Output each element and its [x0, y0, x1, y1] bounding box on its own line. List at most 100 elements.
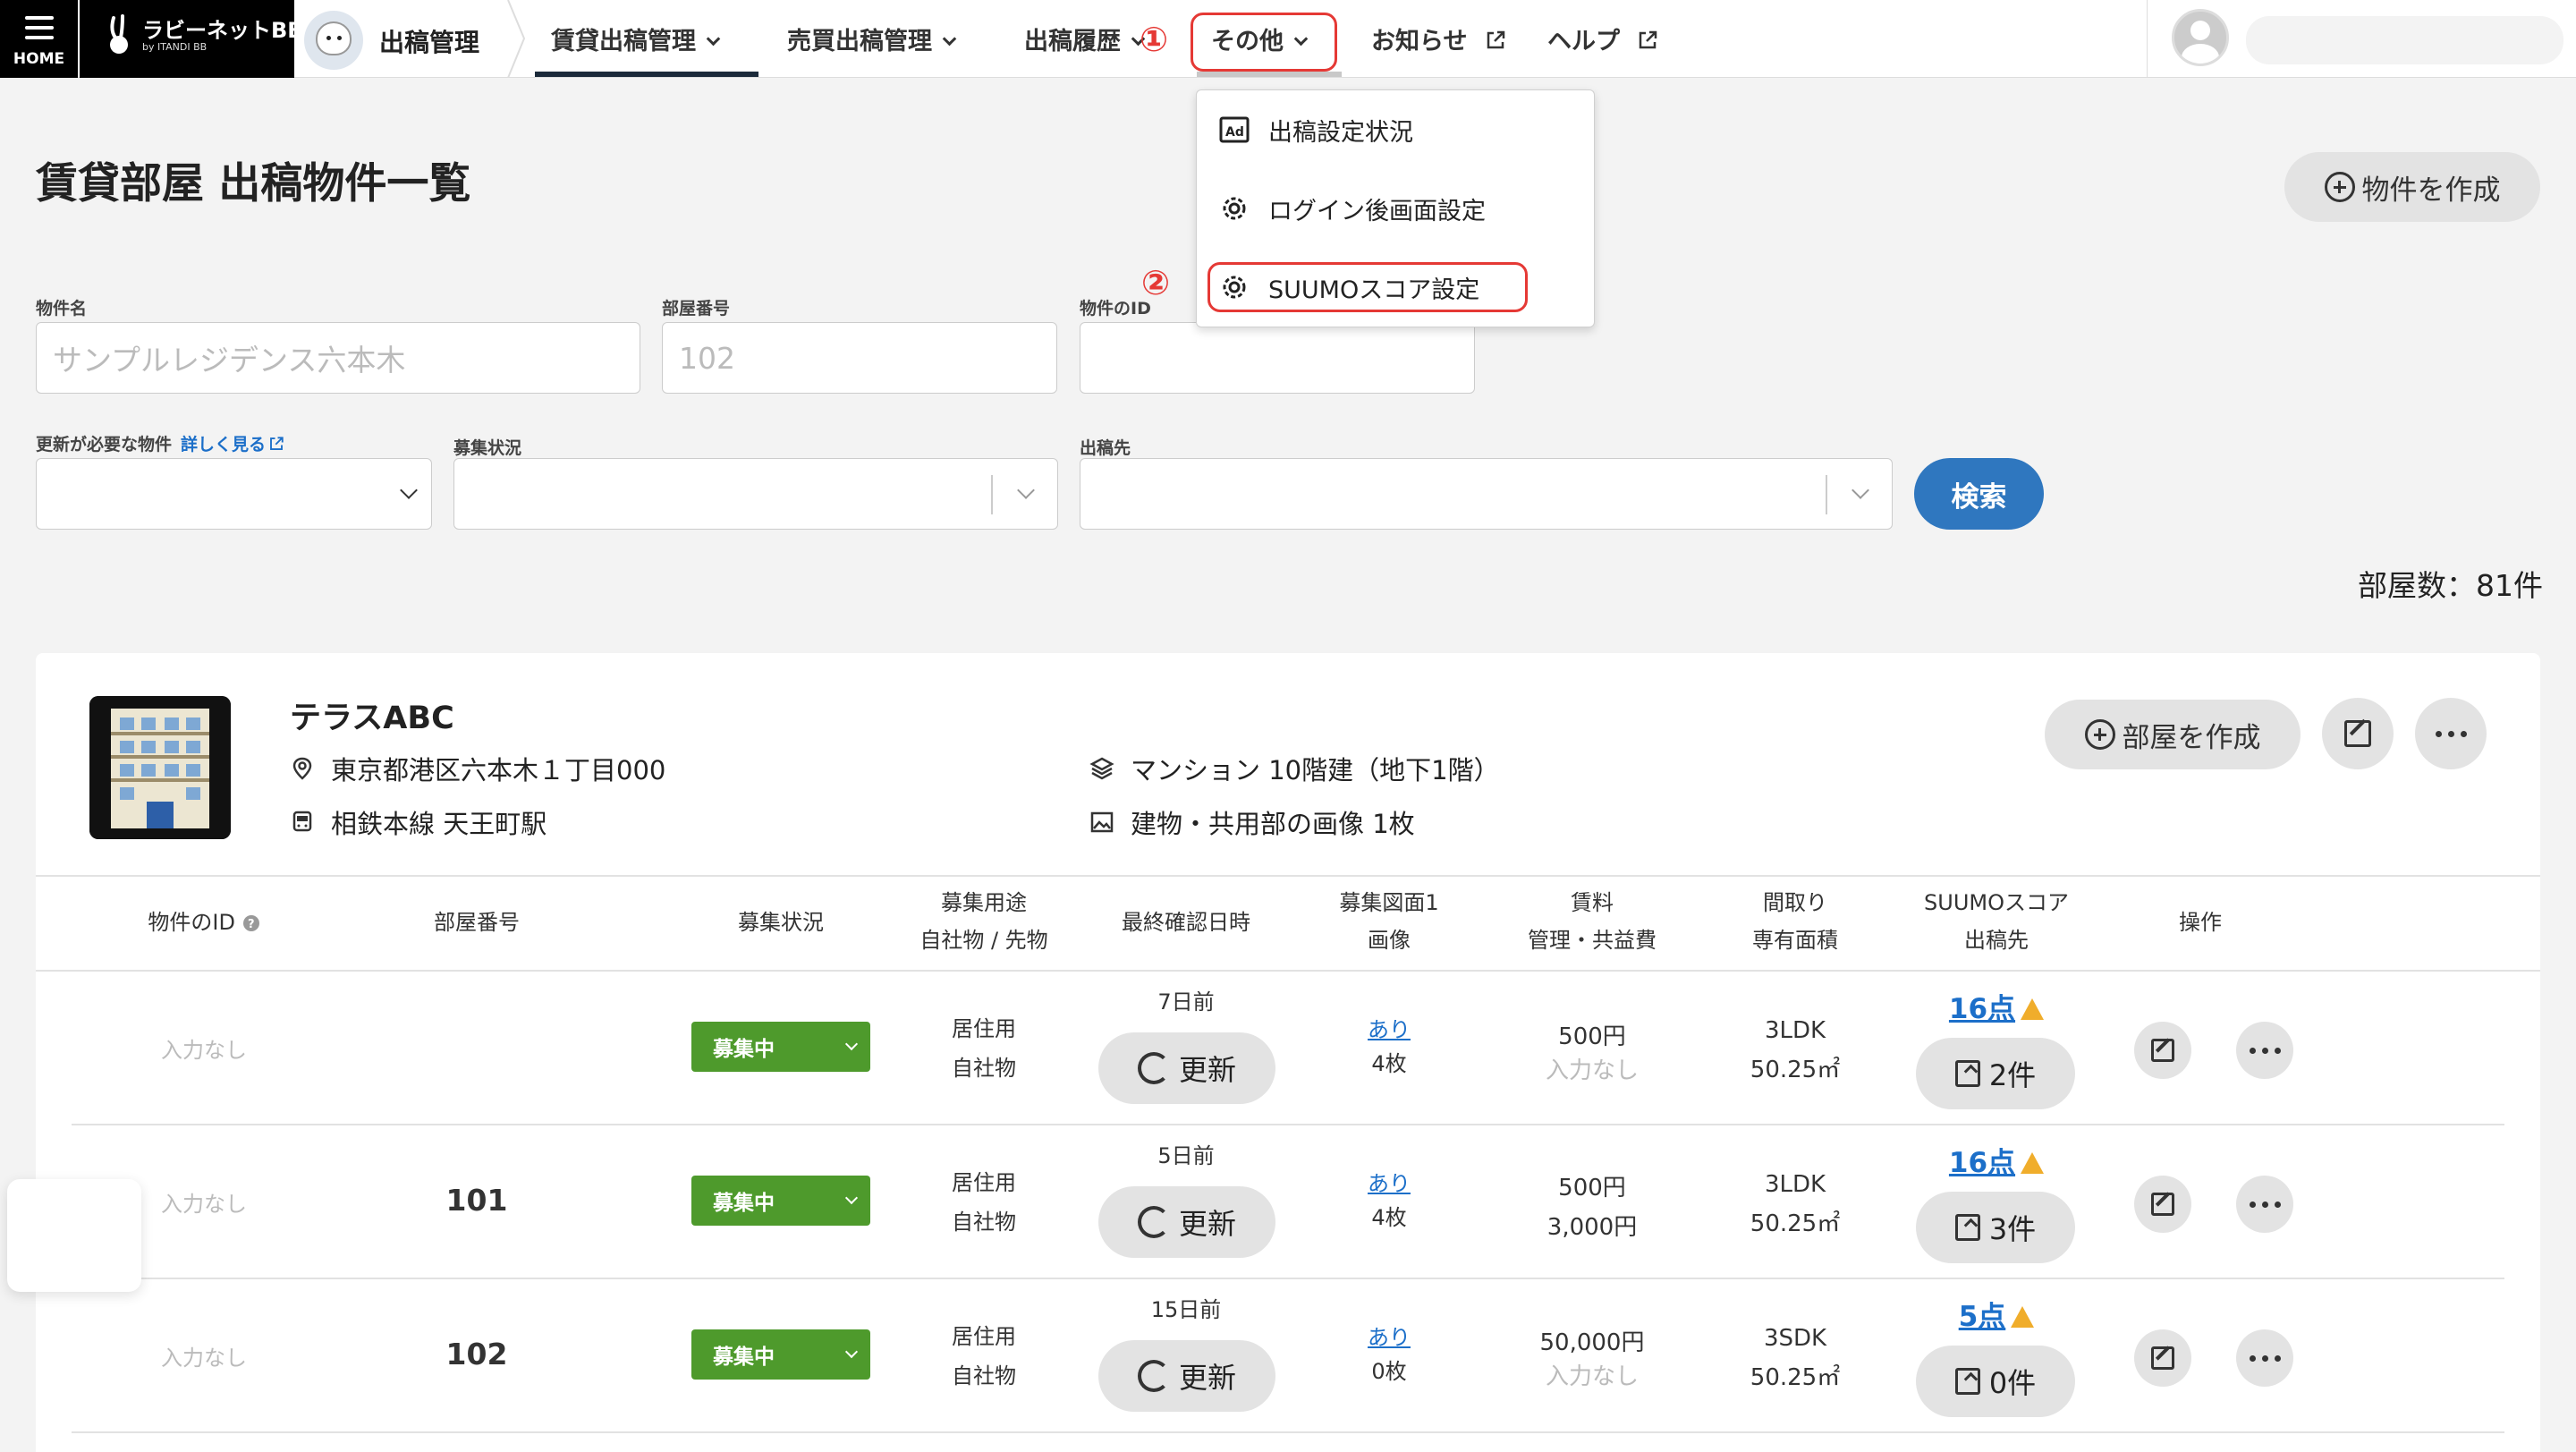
- edit-room-button[interactable]: [2134, 1329, 2191, 1387]
- details-link[interactable]: 詳しく見る: [181, 435, 284, 454]
- room-more-button[interactable]: [2236, 1329, 2293, 1387]
- svg-text:?: ?: [248, 918, 255, 931]
- edit-room-button[interactable]: [2134, 1022, 2191, 1079]
- image-icon: [1090, 811, 1114, 833]
- building-image: [89, 696, 231, 839]
- publish-button[interactable]: 0件: [1916, 1346, 2075, 1417]
- update-button[interactable]: 更新: [1098, 1340, 1275, 1412]
- score-link[interactable]: 5点: [1959, 1301, 2006, 1333]
- owner-text: 自社物: [952, 1056, 1016, 1081]
- header-plan-2: 画像: [1368, 928, 1411, 953]
- select-divider: [1826, 475, 1827, 514]
- cell-id: 入力なし: [161, 1038, 247, 1063]
- property-id-label: 物件のID: [1080, 299, 1151, 318]
- menu-item-login-screen-settings[interactable]: ログイン後画面設定: [1218, 182, 1486, 235]
- suumo-score[interactable]: 16点: [1907, 986, 2086, 1026]
- header-plan: 募集図面1 画像: [1300, 884, 1479, 959]
- highlight-box-suumo: [1208, 262, 1528, 312]
- property-name-input[interactable]: サンプルレジデンス六本木: [36, 322, 640, 394]
- external-link-icon: [1487, 30, 1505, 49]
- needs-update-select[interactable]: [36, 458, 432, 530]
- destination-filter-select[interactable]: [1080, 458, 1893, 530]
- more-options-button[interactable]: [2415, 698, 2487, 769]
- floating-widget[interactable]: [7, 1179, 141, 1292]
- room-no-input[interactable]: 102: [662, 322, 1057, 394]
- status-text: 募集中: [713, 1192, 775, 1215]
- layout-text: 3LDK: [1764, 1171, 1826, 1198]
- usage-text: 居住用: [952, 1016, 1016, 1041]
- cell-ago: 7日前: [1157, 989, 1215, 1015]
- header-usage-2: 自社物 / 先物: [919, 928, 1048, 953]
- suumo-score[interactable]: 5点: [1907, 1294, 2086, 1334]
- header-rent: 賃料 管理・共益費: [1503, 884, 1682, 959]
- update-label: 更新: [1178, 1207, 1236, 1241]
- status-select[interactable]: 募集中: [691, 1022, 870, 1072]
- publish-button[interactable]: 2件: [1916, 1038, 2075, 1109]
- plan-link[interactable]: あり: [1300, 1167, 1479, 1201]
- nav-label: 出稿履歴: [1024, 28, 1121, 55]
- cell-ago: 15日前: [1150, 1297, 1222, 1322]
- brand-logo[interactable]: ラビーネットBB by ITANDI BB: [80, 0, 304, 78]
- avatar[interactable]: [2172, 9, 2229, 66]
- row-divider: [72, 1124, 2504, 1125]
- refresh-icon: [1137, 1206, 1170, 1238]
- plan-link[interactable]: あり: [1300, 1320, 1479, 1354]
- nav-help[interactable]: ヘルプ: [1547, 21, 1658, 56]
- suumo-score[interactable]: 16点: [1907, 1140, 2086, 1180]
- cell-id: 入力なし: [161, 1346, 247, 1371]
- room-more-button[interactable]: [2236, 1176, 2293, 1233]
- publish-count: 3件: [1988, 1212, 2037, 1246]
- status-select[interactable]: 募集中: [691, 1176, 870, 1226]
- header-plan-1: 募集図面1: [1339, 890, 1439, 915]
- publish-count: 0件: [1988, 1366, 2037, 1400]
- create-room-button[interactable]: 部屋を作成: [2045, 700, 2301, 769]
- status-filter-select[interactable]: [453, 458, 1058, 530]
- chevron-down-icon: [844, 1191, 859, 1205]
- plan-link[interactable]: あり: [1300, 1013, 1479, 1047]
- svg-text:Ad: Ad: [1225, 125, 1244, 140]
- edit-room-button[interactable]: [2134, 1176, 2191, 1233]
- header-rent-2: 管理・共益費: [1528, 928, 1657, 953]
- score-link[interactable]: 16点: [1949, 993, 2015, 1025]
- edit-icon: [2151, 1346, 2174, 1370]
- cell-rent: 500円 入力なし: [1503, 1020, 1682, 1088]
- header-usage-1: 募集用途: [941, 890, 1027, 915]
- home-button[interactable]: HOME: [0, 0, 78, 78]
- create-property-button[interactable]: 物件を作成: [2284, 152, 2540, 222]
- room-count: 部屋数：81件: [2358, 568, 2543, 603]
- status-select[interactable]: 募集中: [691, 1329, 870, 1380]
- help-icon[interactable]: ?: [242, 914, 260, 932]
- rent-text: 50,000円: [1539, 1329, 1645, 1356]
- cell-room-no[interactable]: 101: [387, 1183, 566, 1218]
- app-title[interactable]: 出稿管理: [379, 23, 479, 59]
- room-more-button[interactable]: [2236, 1022, 2293, 1079]
- search-button[interactable]: 検索: [1914, 458, 2044, 530]
- cell-rent: 50,000円 入力なし: [1503, 1326, 1682, 1394]
- publish-button[interactable]: 3件: [1916, 1192, 2075, 1263]
- nav-rent-publishing[interactable]: 賃貸出稿管理: [551, 21, 721, 56]
- cell-layout: 3SDK 50.25㎡: [1706, 1319, 1885, 1397]
- menu-item-publish-settings[interactable]: Ad 出稿設定状況: [1218, 103, 1413, 157]
- update-button[interactable]: 更新: [1098, 1032, 1275, 1104]
- header-divider: [36, 970, 2540, 972]
- fee-text: 3,000円: [1546, 1214, 1638, 1241]
- edit-property-button[interactable]: [2322, 698, 2394, 769]
- button-label: 部屋を作成: [2122, 721, 2261, 754]
- area-text: 50.25㎡: [1750, 1210, 1841, 1237]
- details-link-text: 詳しく見る: [181, 435, 267, 454]
- property-id-input[interactable]: [1080, 322, 1475, 394]
- header-ops: 操作: [2179, 910, 2222, 935]
- nav-history[interactable]: 出稿履歴: [1024, 21, 1146, 56]
- property-building: マンション 10階建（地下1階）: [1089, 750, 1500, 787]
- property-name[interactable]: テラスABC: [290, 692, 454, 738]
- nav-sale-publishing[interactable]: 売買出稿管理: [787, 21, 957, 56]
- header-id-text: 物件のID: [148, 910, 235, 935]
- score-link[interactable]: 16点: [1949, 1147, 2015, 1179]
- nav-news[interactable]: お知らせ: [1371, 21, 1506, 56]
- needs-update-label: 更新が必要な物件 詳しく見る: [36, 431, 284, 455]
- publish-count: 2件: [1988, 1058, 2037, 1092]
- menu-item-label: ログイン後画面設定: [1268, 197, 1486, 225]
- update-button[interactable]: 更新: [1098, 1186, 1275, 1258]
- user-name-box[interactable]: [2246, 16, 2563, 64]
- cell-room-no[interactable]: 102: [387, 1337, 566, 1371]
